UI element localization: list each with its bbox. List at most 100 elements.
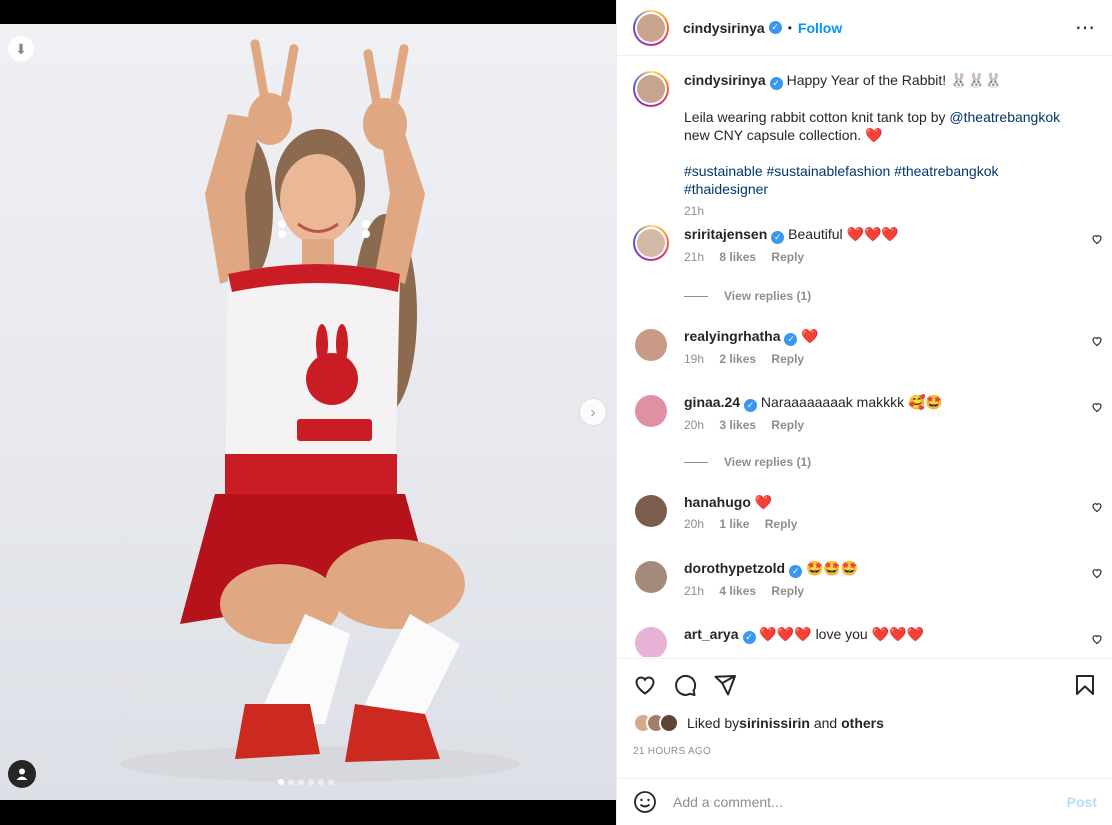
caption-username[interactable]: cindysirinya (684, 72, 766, 88)
comment-text: ❤️ (801, 328, 819, 344)
mention-link[interactable]: @theatrebangkok (949, 109, 1060, 125)
user-tag-icon[interactable] (8, 760, 36, 788)
emoji-icon[interactable] (633, 790, 657, 814)
comment-likes[interactable]: 3 likes (719, 418, 756, 432)
comment-avatar[interactable] (635, 627, 667, 657)
verified-badge-icon: ✓ (789, 564, 803, 578)
comment-username[interactable]: dorothypetzold (684, 560, 785, 576)
hashtag-link[interactable]: #theatrebangkok (894, 163, 998, 179)
comment-icon[interactable] (673, 673, 697, 697)
carousel-dot[interactable] (278, 779, 284, 785)
verified-badge-icon: ✓ (771, 230, 785, 244)
liked-by: Liked by sirinissirin and others (633, 713, 884, 733)
verified-badge-icon: ✓ (769, 76, 783, 90)
comment-username[interactable]: art_arya (684, 626, 739, 642)
post-header: cindysirinya ✓ • Follow ⋯ (617, 0, 1112, 56)
carousel-dot[interactable] (318, 779, 324, 785)
hashtag-link[interactable]: #thaidesigner (684, 181, 768, 197)
like-comment-icon[interactable] (1091, 335, 1103, 347)
add-comment-bar: Add a comment... Post (617, 778, 1112, 825)
like-comment-icon[interactable] (1091, 633, 1103, 645)
like-comment-icon[interactable] (1091, 567, 1103, 579)
post-photo[interactable] (0, 24, 616, 800)
reply-button[interactable]: Reply (771, 584, 804, 598)
carousel-dot[interactable] (328, 779, 334, 785)
comment-time: 20h (684, 417, 705, 432)
reply-button[interactable]: Reply (771, 418, 804, 432)
more-options-icon[interactable]: ⋯ (1075, 15, 1096, 40)
view-replies-button[interactable]: View replies (1) (684, 455, 811, 469)
comment-text: ❤️❤️❤️ love you ❤️❤️❤️ (759, 626, 924, 642)
comment-item: art_arya ✓ ❤️❤️❤️ love you ❤️❤️❤️ (633, 625, 1103, 657)
follow-button[interactable]: Follow (798, 20, 842, 36)
comment-text: Naraaaaaaaak makkkk 🥰🤩 (760, 394, 943, 410)
post-comment-button[interactable]: Post (1067, 794, 1097, 810)
comment-likes[interactable]: 2 likes (719, 352, 756, 366)
post-panel: cindysirinya ✓ • Follow ⋯ cindysirinya ✓ … (616, 0, 1112, 825)
photo-illustration (120, 39, 520, 782)
carousel-dot[interactable] (308, 779, 314, 785)
reply-button[interactable]: Reply (771, 250, 804, 264)
verified-badge-icon: ✓ (744, 398, 758, 412)
comment-text: ❤️ (754, 494, 773, 510)
liked-by-others[interactable]: others (841, 715, 884, 731)
download-icon[interactable]: ⬇ (8, 36, 34, 62)
verified-badge-icon: ✓ (742, 630, 756, 644)
caption-avatar[interactable] (633, 71, 669, 107)
reply-button[interactable]: Reply (771, 352, 804, 366)
share-icon[interactable] (713, 673, 737, 697)
action-bar (617, 658, 1112, 708)
comment-input[interactable]: Add a comment... (673, 794, 1067, 810)
comment-likes[interactable]: 4 likes (719, 584, 756, 598)
post-media: ⬇ › (0, 0, 616, 825)
author-avatar[interactable] (633, 9, 669, 46)
comment-avatar[interactable] (635, 495, 667, 527)
hashtag-link[interactable]: #sustainable (684, 163, 763, 179)
comment-item: realyingrhatha ✓ ❤️ 19h 2 likes Reply (633, 327, 1103, 377)
like-comment-icon[interactable] (1091, 501, 1103, 513)
verified-badge-icon: ✓ (784, 332, 798, 346)
carousel-dots (278, 779, 334, 785)
comment-time: 19h (684, 351, 705, 366)
caption-line3: new CNY capsule collection. ❤️ (684, 126, 883, 143)
comment-avatar[interactable] (635, 561, 667, 593)
comment-time: 20h (684, 517, 705, 531)
verified-badge-icon: ✓ (768, 21, 782, 34)
comment-item: hanahugo ❤️ 20h 1 like Reply (633, 493, 1103, 543)
comment-likes[interactable]: 8 likes (719, 250, 756, 264)
comment-avatar[interactable] (635, 329, 667, 361)
comment-text: Beautiful ❤️❤️❤️ (788, 226, 899, 242)
like-comment-icon[interactable] (1091, 401, 1103, 413)
comment-username[interactable]: sriritajensen (684, 226, 767, 242)
hashtag-link[interactable]: #sustainablefashion (767, 163, 891, 179)
carousel-dot[interactable] (298, 779, 304, 785)
save-icon[interactable] (1073, 673, 1097, 697)
post-timestamp: 21 HOURS AGO (633, 746, 712, 757)
next-slide-icon[interactable]: › (580, 399, 606, 425)
view-replies-button[interactable]: View replies (1) (684, 289, 811, 303)
comment-avatar[interactable] (635, 395, 667, 427)
separator: • (787, 20, 792, 35)
comment-text: 🤩🤩🤩 (806, 560, 859, 576)
comments-list[interactable]: cindysirinya ✓ Happy Year of the Rabbit! … (617, 57, 1112, 657)
liked-by-user[interactable]: sirinissirin (739, 715, 810, 731)
comment-time: 21h (684, 583, 705, 598)
carousel-dot[interactable] (288, 779, 294, 785)
reply-button[interactable]: Reply (765, 517, 798, 531)
comment-username[interactable]: ginaa.24 (684, 394, 740, 410)
comment-avatar[interactable] (633, 225, 669, 261)
comment-username[interactable]: realyingrhatha (684, 328, 780, 344)
caption-time: 21h (684, 203, 705, 218)
comment-likes[interactable]: 1 like (719, 517, 749, 531)
author-username[interactable]: cindysirinya (683, 20, 765, 36)
comment-username[interactable]: hanahugo (684, 494, 751, 510)
like-icon[interactable] (633, 673, 657, 697)
caption-line1: Happy Year of the Rabbit! 🐰🐰🐰 (786, 72, 1003, 88)
like-comment-icon[interactable] (1091, 233, 1103, 245)
caption-line2: Leila wearing rabbit cotton knit tank to… (684, 108, 950, 125)
liked-by-prefix: Liked by (687, 715, 740, 731)
comment-item: sriritajensen ✓ Beautiful ❤️❤️❤️ 21h 8 li… (633, 225, 1103, 275)
caption: cindysirinya ✓ Happy Year of the Rabbit! … (633, 71, 1103, 218)
liked-by-avatars[interactable] (633, 713, 679, 733)
comment-time: 21h (684, 249, 705, 264)
